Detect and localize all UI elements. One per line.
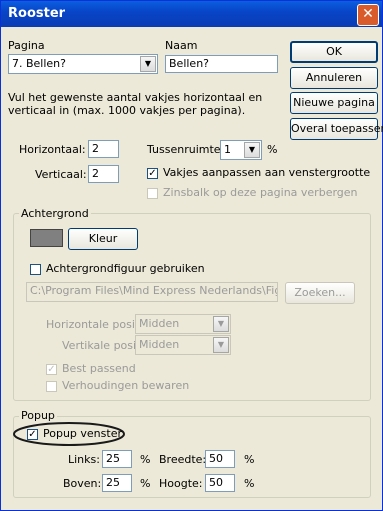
hoogte-input[interactable]: 50 [205, 474, 235, 492]
horizontaal-label: Horizontaal: [19, 143, 86, 156]
figuur-path-input[interactable]: C:\Program Files\Mind Express Nederlands… [26, 282, 278, 302]
popup-venster-label: Popup venster [43, 427, 122, 440]
instruction-line-1: Vul het gewenste aantal vakjes horizonta… [8, 91, 263, 104]
achtergrondfiguur-checkbox[interactable] [30, 264, 41, 275]
verhoudingen-checkbox[interactable] [46, 381, 57, 392]
background-color-swatch [30, 229, 63, 247]
links-unit: % [140, 453, 151, 466]
naam-input[interactable]: Bellen? [165, 55, 278, 73]
verticaal-input[interactable]: 2 [88, 165, 119, 183]
pagina-select[interactable]: 7. Bellen? ▼ [8, 54, 158, 74]
tussenruimte-label: Tussenruimte: [147, 143, 225, 156]
boven-input[interactable]: 25 [102, 474, 132, 492]
pagina-value: 7. Bellen? [12, 57, 66, 70]
naam-label: Naam [165, 39, 198, 52]
breedte-input[interactable]: 50 [205, 450, 235, 468]
boven-label: Boven: [63, 477, 102, 490]
horizontaal-input[interactable]: 2 [88, 140, 119, 158]
verticaal-label: Verticaal: [35, 168, 87, 181]
verhoudingen-label: Verhoudingen bewaren [62, 379, 190, 392]
hoogte-label: Hoogte: [159, 477, 203, 490]
pagina-label: Pagina [8, 39, 45, 52]
chevron-down-icon[interactable]: ▼ [213, 337, 229, 353]
chevron-down-icon[interactable]: ▼ [213, 316, 229, 332]
zinsbalk-checkbox[interactable] [147, 188, 158, 199]
tussenruimte-unit: % [267, 143, 278, 156]
kleur-button[interactable]: Kleur [68, 228, 138, 250]
tussenruimte-select[interactable]: 1 ▼ [220, 140, 262, 160]
annuleren-button[interactable]: Annuleren [290, 67, 378, 89]
links-input[interactable]: 25 [102, 450, 132, 468]
best-passend-checkbox[interactable]: ✓ [46, 364, 57, 375]
zoeken-button[interactable]: Zoeken... [285, 282, 355, 304]
popup-venster-checkbox[interactable]: ✓ [27, 429, 38, 440]
close-icon[interactable]: ✕ [357, 4, 379, 26]
breedte-label: Breedte: [159, 453, 207, 466]
vertikale-positie-value: Midden [139, 338, 180, 351]
horizontale-positie-select[interactable]: Midden ▼ [135, 314, 231, 334]
best-passend-label: Best passend [62, 362, 136, 375]
overal-toepassen-button[interactable]: Overal toepassen [290, 118, 383, 140]
zinsbalk-label: Zinsbalk op deze pagina verbergen [163, 186, 358, 199]
rooster-dialog: Rooster ✕ Pagina 7. Bellen? ▼ Naam Belle… [0, 0, 383, 511]
chevron-down-icon[interactable]: ▼ [140, 56, 156, 72]
ok-button[interactable]: OK [290, 41, 378, 63]
nieuwe-pagina-button[interactable]: Nieuwe pagina [290, 92, 378, 114]
achtergrondfiguur-label: Achtergrondfiguur gebruiken [46, 262, 205, 275]
title-bar[interactable]: Rooster ✕ [1, 1, 382, 27]
breedte-unit: % [244, 453, 255, 466]
vakjes-aanpassen-checkbox[interactable]: ✓ [147, 168, 158, 179]
vakjes-aanpassen-label: Vakjes aanpassen aan venstergrootte [163, 166, 371, 179]
hoogte-unit: % [244, 477, 255, 490]
chevron-down-icon[interactable]: ▼ [244, 142, 260, 158]
horizontale-positie-value: Midden [139, 317, 180, 330]
instruction-line-2: verticaal in (max. 1000 vakjes per pagin… [8, 104, 246, 117]
tussenruimte-value: 1 [224, 143, 231, 156]
boven-unit: % [140, 477, 151, 490]
links-label: Links: [68, 453, 100, 466]
vertikale-positie-select[interactable]: Midden ▼ [135, 335, 231, 355]
window-title: Rooster [8, 6, 66, 21]
achtergrond-legend: Achtergrond [19, 207, 91, 220]
